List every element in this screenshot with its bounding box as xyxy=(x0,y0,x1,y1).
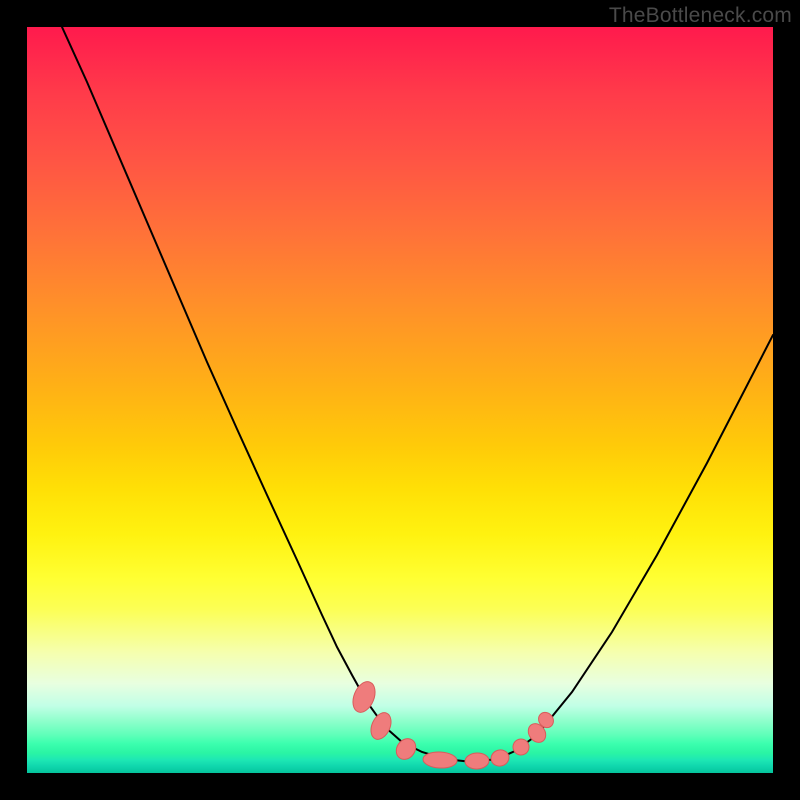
chart-svg xyxy=(27,27,773,773)
curve-marker xyxy=(510,736,532,758)
bottleneck-curve xyxy=(62,27,773,762)
curve-marker xyxy=(423,751,458,769)
marker-group xyxy=(349,678,557,769)
chart-plot-area xyxy=(27,27,773,773)
curve-marker xyxy=(392,735,419,763)
watermark-text: TheBottleneck.com xyxy=(609,4,792,28)
curve-marker xyxy=(367,710,395,743)
curve-marker xyxy=(489,748,511,768)
chart-frame: TheBottleneck.com xyxy=(0,0,800,800)
curve-marker xyxy=(349,678,380,715)
curve-marker xyxy=(465,752,490,769)
